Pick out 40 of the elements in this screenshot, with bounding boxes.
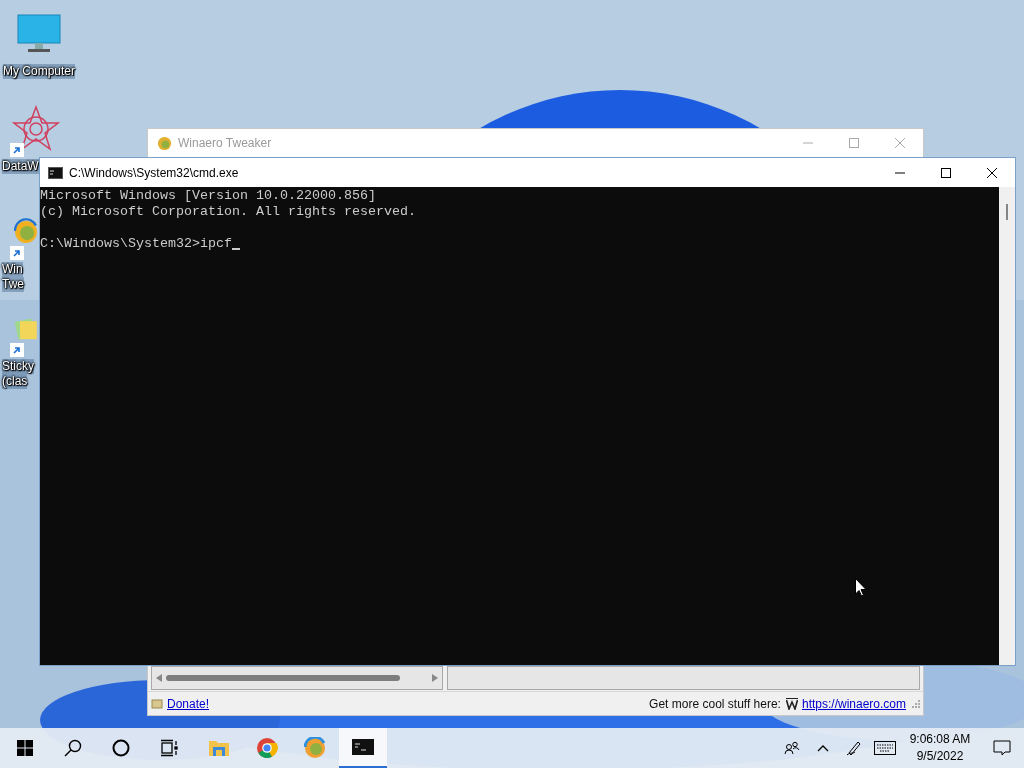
- w-logo-icon: [785, 697, 798, 710]
- window-title: Winaero Tweaker: [178, 135, 272, 152]
- desktop-icon-label[interactable]: My Computer: [3, 64, 75, 79]
- console-text: Microsoft Windows [Version 10.0.22000.856]: [40, 188, 376, 204]
- command-prompt-button[interactable]: [339, 728, 387, 768]
- scroll-right-icon[interactable]: [432, 674, 438, 682]
- mouse-cursor-icon: [855, 578, 867, 597]
- text-cursor: [231, 248, 240, 250]
- console-icon: [352, 739, 374, 755]
- close-icon: [987, 167, 997, 178]
- horizontal-scrollbar[interactable]: [151, 666, 443, 690]
- swirl-icon: [157, 135, 172, 151]
- console-icon: [48, 166, 63, 179]
- command-prompt: C:\Windows\System32>ipcf: [40, 236, 232, 252]
- window-title: C:\Windows\System32\cmd.exe: [69, 164, 239, 182]
- scrollbar-thumb[interactable]: [1006, 204, 1008, 220]
- search-icon: [64, 739, 82, 757]
- speech-bubble-icon: [993, 740, 1011, 756]
- console-text: (c) Microsoft Corporation. All rights reserved.: [40, 204, 416, 220]
- scroll-left-icon[interactable]: [156, 674, 162, 682]
- vertical-scrollbar[interactable]: [999, 187, 1015, 665]
- desktop-icon-label[interactable]: DataW: [2, 159, 39, 174]
- maximize-icon: [849, 138, 859, 148]
- swirl-icon: [304, 737, 326, 759]
- clock-button[interactable]: 9:06:08 AM 9/5/2022: [900, 728, 980, 768]
- website-link[interactable]: https://winaero.com: [801, 694, 906, 713]
- folder-icon: [208, 738, 230, 758]
- maximize-icon: [941, 167, 951, 178]
- scrollbar-thumb[interactable]: [166, 675, 400, 681]
- circle-icon: [112, 739, 130, 757]
- computer-icon[interactable]: [17, 14, 61, 54]
- chrome-icon: [256, 737, 278, 759]
- resize-grip-icon[interactable]: [912, 699, 920, 708]
- donate-link[interactable]: Donate!: [167, 694, 210, 713]
- desktop-icon-label[interactable]: Twe: [2, 277, 24, 292]
- task-view-icon: [160, 739, 178, 757]
- close-icon: [895, 138, 905, 148]
- promo-text: Get more cool stuff here:: [649, 695, 781, 713]
- windows-logo-icon: [17, 740, 33, 756]
- star-pattern-icon[interactable]: [12, 105, 60, 153]
